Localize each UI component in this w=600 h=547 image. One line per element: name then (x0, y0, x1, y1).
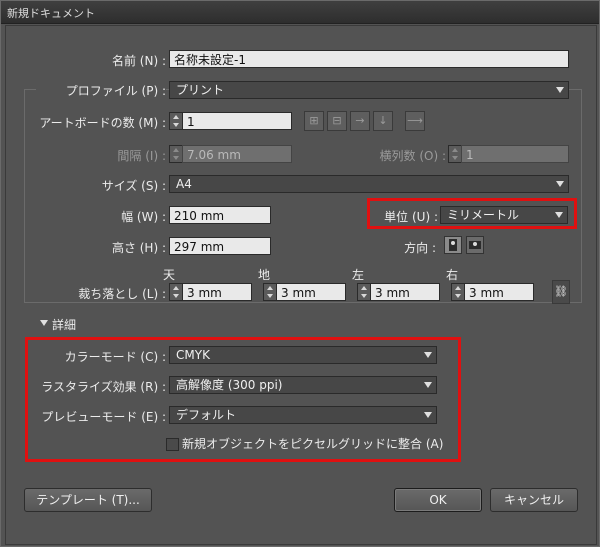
arrange-by-column-icon[interactable]: ↓ (373, 111, 393, 131)
columns-input: 1 (461, 145, 569, 163)
advanced-toggle[interactable]: 詳細 (52, 316, 76, 333)
raster-effects-value: 高解像度 (300 ppi) (176, 378, 283, 392)
bleed-bottom-input[interactable]: 3 mm (276, 283, 346, 301)
pixel-grid-label: 新規オブジェクトをピクセルグリッドに整合 (A) (182, 437, 444, 451)
grid-by-row-icon[interactable]: ⊞ (304, 111, 324, 131)
size-label: サイズ (S) : (101, 179, 166, 193)
bleed-right-input[interactable]: 3 mm (464, 283, 534, 301)
link-chain-icon[interactable]: ⛓ (552, 280, 570, 304)
height-label: 高さ (H) : (111, 241, 166, 255)
size-value: A4 (176, 177, 192, 191)
bleed-bottom-stepper[interactable] (263, 283, 277, 301)
spacing-label: 間隔 (I) : (117, 149, 166, 163)
preview-mode-label: プレビューモード (E) : (41, 410, 166, 424)
arrange-by-row-icon[interactable]: → (350, 111, 370, 131)
name-label: 名前 (N) : (111, 54, 166, 68)
bleed-left-input[interactable]: 3 mm (370, 283, 440, 301)
profile-select[interactable]: プリント (169, 81, 569, 99)
columns-label: 横列数 (O) : (379, 149, 446, 163)
artboards-label: アートボードの数 (M) : (39, 116, 166, 130)
artboards-input[interactable]: 1 (182, 112, 292, 130)
chevron-down-icon (555, 212, 563, 218)
grid-by-column-icon[interactable]: ⊟ (327, 111, 347, 131)
pixel-grid-checkbox[interactable] (166, 438, 179, 451)
bleed-top-label: 天 (163, 268, 176, 282)
bleed-right-label: 右 (446, 268, 459, 282)
templates-button[interactable]: テンプレート (T)... (24, 488, 152, 512)
profile-label: プロファイル (P) : (36, 82, 166, 99)
raster-effects-label: ラスタライズ効果 (R) : (41, 380, 166, 394)
bleed-left-label: 左 (352, 268, 365, 282)
chevron-down-icon (556, 87, 564, 93)
color-mode-select[interactable]: CMYK (169, 346, 437, 364)
preview-mode-select[interactable]: デフォルト (169, 406, 437, 424)
right-to-left-icon[interactable]: ⟶ (405, 111, 425, 131)
size-select[interactable]: A4 (169, 175, 569, 193)
raster-effects-select[interactable]: 高解像度 (300 ppi) (169, 376, 437, 394)
orientation-label: 方向 : (404, 241, 436, 255)
color-mode-value: CMYK (176, 348, 210, 362)
cancel-button[interactable]: キャンセル (490, 488, 578, 512)
chevron-down-icon (556, 181, 564, 187)
dialog-body: 名前 (N) : 名称未設定-1 プロファイル (P) : プリント アートボー… (5, 25, 597, 545)
units-label: 単位 (U) : (384, 210, 438, 224)
bleed-top-stepper[interactable] (169, 283, 183, 301)
width-label: 幅 (W) : (121, 210, 166, 224)
ok-button[interactable]: OK (394, 488, 482, 512)
bleed-right-stepper[interactable] (451, 283, 465, 301)
landscape-icon[interactable] (466, 236, 484, 254)
spacing-input: 7.06 mm (182, 145, 292, 163)
new-document-dialog: 新規ドキュメント 名前 (N) : 名称未設定-1 プロファイル (P) : プ… (0, 0, 600, 547)
chevron-down-icon (424, 352, 432, 358)
height-input[interactable]: 297 mm (169, 237, 271, 255)
columns-stepper (448, 145, 462, 163)
bleed-bottom-label: 地 (258, 268, 271, 282)
chevron-down-icon (424, 412, 432, 418)
preview-mode-value: デフォルト (176, 408, 237, 422)
bleed-top-input[interactable]: 3 mm (182, 283, 252, 301)
disclosure-triangle-icon[interactable] (40, 320, 48, 326)
title-bar[interactable]: 新規ドキュメント (1, 1, 599, 24)
bleed-left-stepper[interactable] (357, 283, 371, 301)
spacing-stepper (169, 145, 183, 163)
units-value: ミリメートル (447, 208, 520, 222)
window-title: 新規ドキュメント (7, 7, 95, 20)
profile-value: プリント (176, 83, 225, 97)
bleed-label: 裁ち落とし (L) : (36, 285, 166, 302)
units-select[interactable]: ミリメートル (440, 206, 568, 224)
width-input[interactable]: 210 mm (169, 206, 271, 224)
name-input[interactable]: 名称未設定-1 (169, 50, 569, 68)
portrait-icon[interactable] (444, 236, 462, 254)
color-mode-label: カラーモード (C) : (64, 350, 166, 364)
chevron-down-icon (424, 382, 432, 388)
artboards-stepper[interactable] (169, 112, 183, 130)
